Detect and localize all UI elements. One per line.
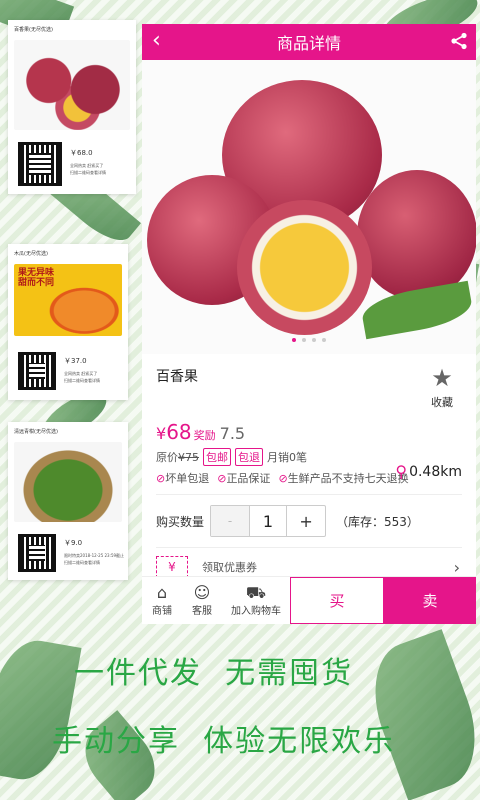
price-row: ¥ 68 奖励 7.5 xyxy=(156,420,462,444)
poster-title: 木瓜(无尽优选) xyxy=(14,251,48,257)
top-bar: ‹ 商品详情 xyxy=(142,24,476,60)
monthly-sales: 月销0笔 xyxy=(267,451,307,464)
distance: ⚲ 0.48km xyxy=(395,462,462,481)
favorite-button[interactable]: ★ 收藏 xyxy=(422,366,462,410)
stock-info: （库存：553） xyxy=(336,514,419,529)
chevron-right-icon: › xyxy=(453,557,460,577)
product-image-carousel[interactable] xyxy=(142,60,476,354)
slogan-line-1: 一件代发 无需囤货 xyxy=(74,656,354,691)
guarantee-item: ⊘正品保证 xyxy=(217,470,270,486)
price: 68 xyxy=(166,420,192,444)
distance-value: 0.48km xyxy=(409,463,462,480)
service-label: 客服 xyxy=(192,606,212,617)
headset-icon: ☺ xyxy=(193,583,211,602)
carousel-dots xyxy=(292,338,326,342)
product-name: 百香果 xyxy=(156,369,198,385)
buy-button[interactable]: 买 xyxy=(290,577,384,624)
original-price-label: 原价 xyxy=(156,451,178,464)
guarantee-label: 坏单包退 xyxy=(165,472,210,485)
carousel-dot[interactable] xyxy=(312,338,316,342)
tag-return: 包退 xyxy=(235,448,263,466)
product-info: 百香果 ★ 收藏 ¥ 68 奖励 7.5 ⚲ 0.48km 原价 ¥75 包邮 包… xyxy=(142,354,476,586)
poster-note: 全网热卖 赶紧买了 扫描二维码查看详情 xyxy=(64,370,100,384)
service-button[interactable]: ☺ 客服 xyxy=(182,577,222,624)
share-icon[interactable] xyxy=(450,32,468,50)
poster-title: 清远青柑(无尽优选) xyxy=(14,429,58,435)
coupon-label: 领取优惠券 xyxy=(202,561,257,574)
guarantee-item: ⊘生鲜产品不支持七天退换 xyxy=(278,470,408,486)
qr-code-icon xyxy=(16,140,64,188)
slogan-line-2: 手动分享 体验无限欢乐 xyxy=(52,724,396,759)
poster-price: ￥9.0 xyxy=(64,539,83,547)
fruit-cut-image xyxy=(237,200,372,335)
original-price: ¥75 xyxy=(178,450,199,464)
passionfruit-image xyxy=(14,40,130,130)
shop-button[interactable]: ⌂ 商铺 xyxy=(142,577,182,624)
sell-button[interactable]: 卖 xyxy=(384,577,476,624)
coupon-icon: ¥ xyxy=(156,556,188,578)
price-currency: ¥ xyxy=(156,424,167,443)
guarantee-item: ⊘坏单包退 xyxy=(156,470,209,486)
guarantee-label: 生鲜产品不支持七天退换 xyxy=(287,472,409,485)
check-circle-icon: ⊘ xyxy=(278,472,288,485)
poster-note-line: 全网热卖 赶紧买了 xyxy=(64,371,98,376)
add-to-cart-button[interactable]: ⛟ 加入购物车 xyxy=(222,577,290,624)
carousel-dot[interactable] xyxy=(302,338,306,342)
poster-note-line: 扫描二维码查看详情 xyxy=(64,378,100,383)
star-icon: ★ xyxy=(431,364,453,392)
poster-note-line: 限时特卖2018-12-25 23:59截止 xyxy=(64,553,125,558)
decrease-button[interactable]: - xyxy=(211,506,250,536)
poster-note: 限时特卖2018-12-25 23:59截止 扫描二维码查看详情 xyxy=(64,552,124,566)
fruit-image xyxy=(357,170,476,300)
poster-note-line: 全网热卖 赶紧买了 xyxy=(70,163,104,168)
shop-icon: ⌂ xyxy=(156,583,168,602)
poster-note-line: 扫描二维码查看详情 xyxy=(70,170,106,175)
favorite-label: 收藏 xyxy=(431,396,453,409)
poster-note: 全网热卖 赶紧买了 扫描二维码查看详情 xyxy=(70,162,106,176)
papaya-image: 果无异味 甜而不同 xyxy=(14,264,122,336)
shop-label: 商铺 xyxy=(152,606,172,617)
add-cart-label: 加入购物车 xyxy=(231,606,281,617)
citrus-image xyxy=(14,442,122,522)
poster-banner: 果无异味 甜而不同 xyxy=(18,268,55,288)
poster-papaya[interactable]: 木瓜(无尽优选) 果无异味 甜而不同 ￥37.0 全网热卖 赶紧买了 扫描二维码… xyxy=(8,244,128,400)
carousel-dot[interactable] xyxy=(322,338,326,342)
leaf-image xyxy=(359,280,475,340)
quantity-input[interactable]: 1 xyxy=(249,506,288,536)
guarantee-label: 正品保证 xyxy=(226,472,271,485)
location-pin-icon: ⚲ xyxy=(395,462,408,481)
quantity-stepper: - 1 + xyxy=(210,505,327,537)
poster-citrus[interactable]: 清远青柑(无尽优选) ￥9.0 限时特卖2018-12-25 23:59截止 扫… xyxy=(8,422,128,580)
product-detail-card: ‹ 商品详情 百香果 ★ 收藏 ¥ 68 奖励 7.5 ⚲ 0.48km 原价 … xyxy=(142,24,476,624)
poster-price: ￥37.0 xyxy=(64,357,87,365)
page-title: 商品详情 xyxy=(276,34,341,53)
poster-title: 百香果(无尽优选) xyxy=(14,27,53,33)
poster-note-line: 扫描二维码查看详情 xyxy=(64,560,100,565)
chevron-left-icon[interactable]: ‹ xyxy=(152,28,161,53)
bottom-bar: ⌂ 商铺 ☺ 客服 ⛟ 加入购物车 买 卖 xyxy=(142,576,476,624)
quantity-row: 购买数量 - 1 + （库存：553） xyxy=(156,495,462,548)
carousel-dot[interactable] xyxy=(292,338,296,342)
quantity-label: 购买数量 xyxy=(156,514,205,529)
check-circle-icon: ⊘ xyxy=(156,472,166,485)
qr-code-icon xyxy=(16,532,58,574)
cart-icon: ⛟ xyxy=(245,583,267,602)
poster-passionfruit[interactable]: 百香果(无尽优选) ￥68.0 全网热卖 赶紧买了 扫描二维码查看详情 xyxy=(8,20,136,194)
reward-label: 奖励 xyxy=(193,429,216,442)
increase-button[interactable]: + xyxy=(287,506,325,536)
tag-free-shipping: 包邮 xyxy=(203,448,231,466)
qr-code-icon xyxy=(16,350,58,392)
reward-value: 7.5 xyxy=(219,424,246,443)
poster-price: ￥68.0 xyxy=(70,149,93,157)
